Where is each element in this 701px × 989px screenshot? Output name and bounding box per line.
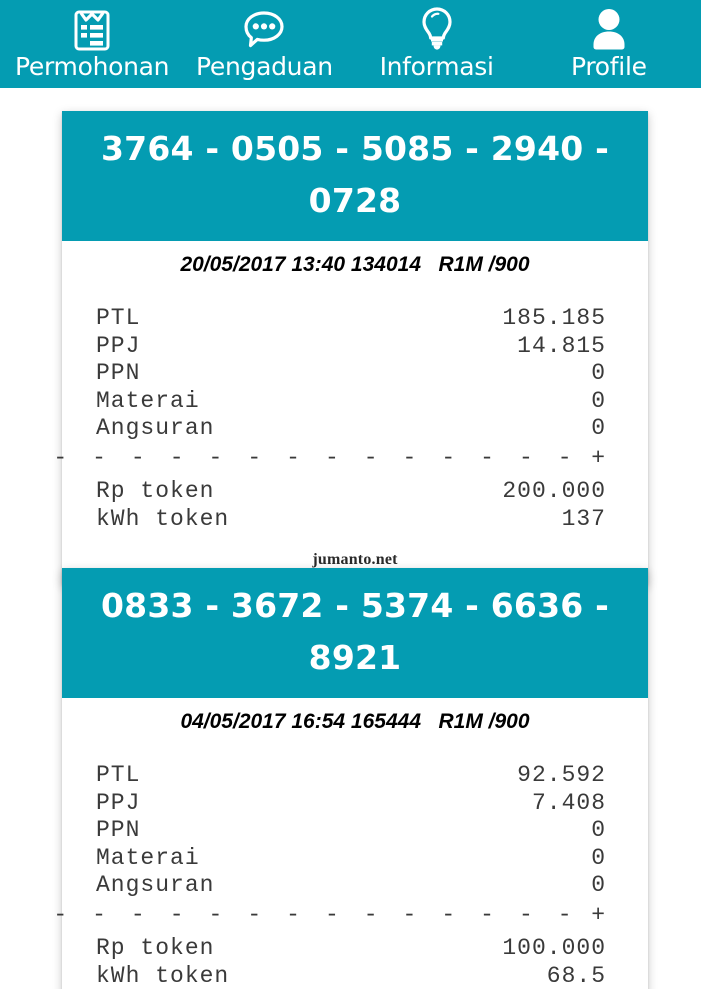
receipt-sum-divider: - - - - - - - - - - - - - - + [53,900,606,936]
receipt-meta: 04/05/2017 16:54 165444 R1M /900 [180,710,530,733]
total-value: 200.000 [502,478,606,504]
divider-dashes: - - - - - - - - - - - - - - [53,444,578,471]
lightbulb-icon [413,4,461,52]
token-number-header: 3764 - 0505 - 5085 - 2940 - 0728 [62,111,648,241]
receipt-row: Materai 0 [96,845,606,873]
row-value: 14.815 [517,332,606,359]
receipt-row: Materai 0 [96,388,606,416]
nav-item-permohonan[interactable]: Permohonan [6,0,178,88]
receipt-lines: PTL 185.185 PPJ 14.815 PPN 0 Materai 0 A… [53,283,648,543]
total-value: 68.5 [546,962,606,989]
row-value: 0 [591,844,606,871]
row-label: PPJ [96,332,141,359]
row-label: PTL [96,305,141,331]
divider-operator: + [591,901,606,928]
row-value: 0 [591,872,606,898]
nav-label-pengaduan: Pengaduan [195,52,333,81]
receipt-sum-divider: - - - - - - - - - - - - - - + [53,443,606,479]
receipt-meta: 20/05/2017 13:40 134014 R1M /900 [180,253,530,276]
receipt-body: 04/05/2017 16:54 165444 R1M /900 PTL 92.… [53,698,648,989]
total-label: Rp token [96,478,215,504]
total-value: 137 [561,505,606,532]
nav-label-permohonan: Permohonan [15,52,170,81]
receipt-row: PTL 92.592 [96,762,606,790]
row-label: PPN [96,817,141,843]
total-label: kWh token [96,505,230,532]
row-label: Materai [96,844,200,871]
total-label: Rp token [96,935,215,961]
receipt-total-row: Rp token 200.000 [96,478,606,506]
row-value: 92.592 [517,762,606,788]
receipt-row: PPJ 14.815 [96,333,606,361]
row-label: Angsuran [96,415,215,441]
speech-bubble-icon [240,4,288,52]
person-icon [585,4,633,52]
receipt-body: 20/05/2017 13:40 134014 R1M /900 PTL 185… [53,241,648,585]
receipt-row: Angsuran 0 [96,872,606,900]
divider-dashes: - - - - - - - - - - - - - - [53,901,578,928]
row-label: PTL [96,762,141,788]
nav-label-profile: Profile [571,52,647,81]
row-value: 0 [591,415,606,441]
row-value: 0 [591,817,606,843]
nav-item-informasi[interactable]: Informasi [351,0,523,88]
token-receipt-card[interactable]: 3764 - 0505 - 5085 - 2940 - 0728 20/05/2… [53,111,648,585]
receipt-total-row: kWh token 68.5 [96,963,606,989]
nav-label-informasi: Informasi [379,52,494,81]
row-label: PPJ [96,789,141,816]
receipt-row: PPN 0 [96,360,606,388]
row-value: 7.408 [531,789,606,816]
row-label: Angsuran [96,872,215,898]
receipt-row: PPN 0 [96,817,606,845]
receipt-lines: PTL 92.592 PPJ 7.408 PPN 0 Materai 0 Ang… [53,740,648,989]
form-document-icon [68,4,116,52]
total-label: kWh token [96,962,230,989]
divider-operator: + [591,444,606,471]
nav-item-pengaduan[interactable]: Pengaduan [178,0,350,88]
total-value: 100.000 [502,935,606,961]
nav-item-profile[interactable]: Profile [523,0,695,88]
row-value: 185.185 [502,305,606,331]
receipt-row: PPJ 7.408 [96,790,606,818]
receipt-total-row: kWh token 137 [96,506,606,534]
top-navigation-bar: Permohonan Pengaduan Informasi Profile [0,0,701,88]
row-value: 0 [591,387,606,414]
token-number-header: 0833 - 3672 - 5374 - 6636 - 8921 [62,568,648,698]
receipt-row: PTL 185.185 [96,305,606,333]
receipt-total-row: Rp token 100.000 [96,935,606,963]
row-label: PPN [96,360,141,386]
token-receipt-card[interactable]: 0833 - 3672 - 5374 - 6636 - 8921 04/05/2… [53,568,648,989]
row-label: Materai [96,387,200,414]
app-root: Permohonan Pengaduan Informasi Profile 3… [0,0,701,989]
row-value: 0 [591,360,606,386]
receipt-row: Angsuran 0 [96,415,606,443]
